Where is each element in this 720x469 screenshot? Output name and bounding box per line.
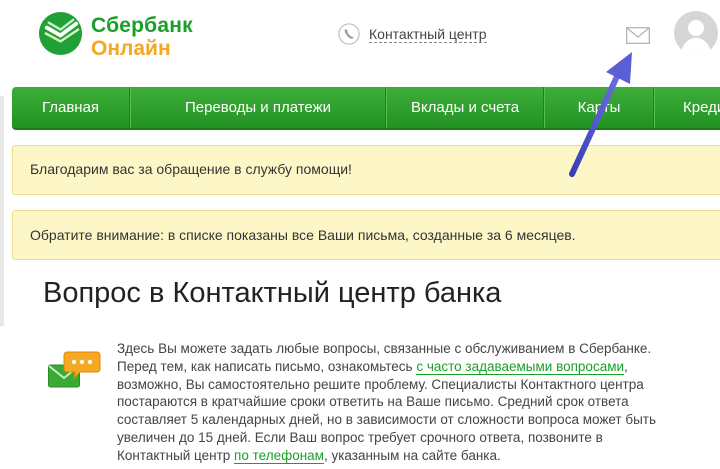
intro-line: составляет 5 календарных дней, но в зави… — [117, 412, 657, 428]
thanks-notice-text: Благодарим вас за обращение в службу пом… — [30, 161, 352, 177]
intro-line: возможно, Вы самостоятельно решите пробл… — [117, 376, 644, 392]
logo-text-online: Онлайн — [91, 37, 171, 60]
avatar[interactable] — [674, 11, 718, 55]
intro-text: Контактный центр — [117, 447, 235, 463]
thanks-notice: Благодарим вас за обращение в службу пом… — [12, 145, 720, 195]
attention-notice-text: Обратите внимание: в списке показаны все… — [30, 227, 576, 243]
sberbank-online-logo[interactable]: Сбербанк Онлайн — [37, 10, 217, 60]
nav-item-deposits[interactable]: Вклады и счета — [387, 87, 543, 128]
contact-center-link[interactable]: Контактный центр — [338, 22, 487, 46]
nav-item-main[interactable]: Главная — [12, 87, 129, 128]
main-navigation: Главная Переводы и платежи Вклады и счет… — [12, 87, 720, 130]
contact-center-label: Контактный центр — [369, 25, 487, 43]
sberbank-logo-icon — [38, 11, 83, 56]
intro-line: Здесь Вы можете задать любые вопросы, св… — [117, 341, 652, 356]
user-silhouette-icon — [681, 20, 711, 55]
mail-icon[interactable] — [626, 27, 650, 44]
message-bubble-icon — [48, 351, 101, 388]
nav-item-cards[interactable]: Карты — [545, 87, 653, 128]
logo-text-sberbank: Сбербанк — [91, 14, 193, 37]
phones-link[interactable]: по телефонам — [234, 447, 324, 464]
left-edge-strip — [0, 96, 4, 326]
nav-item-transfers[interactable]: Переводы и платежи — [131, 87, 385, 128]
intro-line: увеличен до 15 дней. Если Ваш вопрос тре… — [117, 429, 603, 445]
nav-item-credits[interactable]: Креди — [655, 87, 720, 128]
intro-line: постараются в кратчайшие сроки ответить … — [117, 394, 629, 410]
page-title: Вопрос в Контактный центр банка — [43, 277, 502, 309]
phone-icon — [338, 23, 360, 45]
attention-notice: Обратите внимание: в списке показаны все… — [12, 210, 720, 260]
intro-line: Контактный центр по телефонам, указанным… — [117, 447, 702, 465]
intro-line: Перед тем, как написать письмо, ознакомь… — [117, 358, 702, 376]
intro-paragraph: Здесь Вы можете задать любые вопросы, св… — [117, 340, 702, 465]
intro-text: , — [624, 358, 628, 374]
faq-link[interactable]: с часто задаваемыми вопросами — [416, 358, 625, 375]
intro-text: Перед тем, как написать письмо, ознакомь… — [117, 358, 417, 374]
intro-text: , указанным на сайте банка. — [323, 447, 501, 463]
